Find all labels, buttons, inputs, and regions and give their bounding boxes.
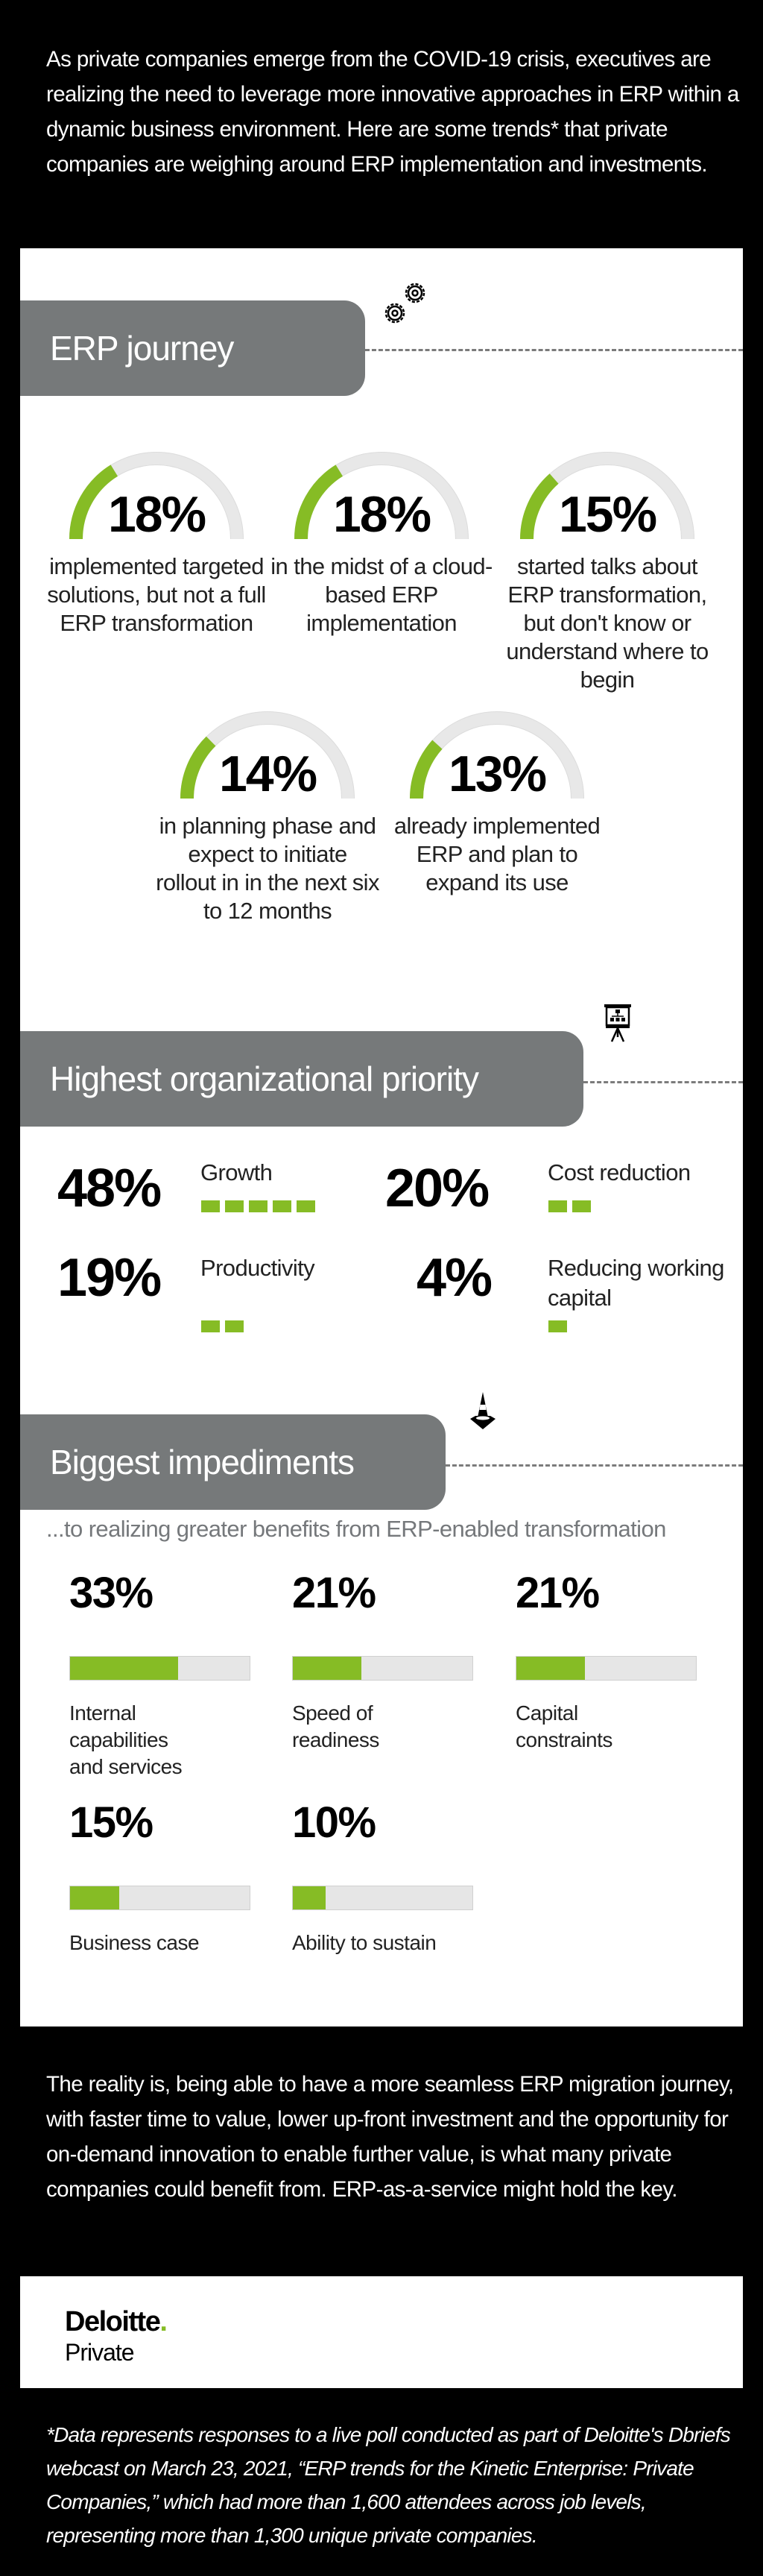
impediment-item: 10% Ability to sustain: [292, 1798, 475, 1956]
gauge-description: in planning phase and expect to initiate…: [156, 813, 379, 924]
priority-value: 48%: [57, 1159, 162, 1218]
impediments-header: Biggest impediments: [20, 1414, 446, 1510]
gauge-card: 13% already implemented ERP and plan to …: [385, 708, 609, 897]
impediment-label: Capital constraints: [516, 1701, 612, 1751]
priority-square: [249, 1200, 267, 1212]
erp-journey-header: ERP journey: [20, 300, 365, 396]
priority-square: [201, 1200, 220, 1212]
impediment-item: 21% Capital constraints: [516, 1568, 698, 1754]
gauge-value: 13%: [448, 746, 547, 802]
impediment-bar-fill: [293, 1657, 362, 1680]
priority-value: 4%: [417, 1248, 493, 1308]
impediment-bar: [292, 1886, 473, 1910]
intro-paragraph: As private companies emerge from the COV…: [46, 47, 739, 177]
priority-square: [225, 1320, 244, 1332]
impediment-bar-fill: [70, 1886, 119, 1909]
impediment-bar-fill: [70, 1657, 178, 1680]
priority-label: Growth: [200, 1159, 273, 1185]
section-divider: [365, 349, 743, 351]
logo-box: Deloitte. Private: [20, 2276, 743, 2388]
impediments-subtitle: ...to realizing greater benefits from ER…: [46, 1516, 666, 1542]
gauge-description: already implemented ERP and plan to expa…: [393, 813, 601, 895]
logo-subtitle: Private: [65, 2339, 135, 2366]
priority-indicator: [201, 1320, 244, 1332]
section-divider: [446, 1464, 743, 1467]
impediment-bar: [516, 1656, 697, 1681]
gauge-description: started talks about ERP transformation, …: [506, 553, 709, 693]
impediment-bar: [292, 1656, 473, 1681]
priority-square: [201, 1320, 220, 1332]
impediment-bar-fill: [293, 1886, 326, 1909]
traffic-cone-icon: [468, 1391, 498, 1435]
impediment-value: 21%: [292, 1569, 376, 1617]
gauge-card: 18% implemented targeted solutions, but …: [45, 448, 268, 637]
priority-value: 20%: [385, 1159, 490, 1218]
footnote: *Data represents responses to a live pol…: [46, 2423, 731, 2547]
impediment-label: Ability to sustain: [292, 1931, 437, 1954]
gauge-card: 18% in the midst of a cloud-based ERP im…: [270, 448, 493, 637]
impediment-item: 33% Internal capabilities and services: [69, 1568, 252, 1780]
impediment-bar: [69, 1656, 250, 1681]
impediment-value: 21%: [516, 1569, 600, 1617]
priority-square: [297, 1200, 315, 1212]
gauge-card: 14% in planning phase and expect to init…: [156, 708, 379, 925]
priority-square: [225, 1200, 244, 1212]
priority-square: [548, 1200, 567, 1212]
deloitte-logo: Deloitte.: [65, 2306, 168, 2337]
impediment-label: Internal capabilities and services: [69, 1701, 183, 1778]
impediments-title: Biggest impediments: [50, 1443, 355, 1481]
impediment-bar: [69, 1886, 250, 1910]
section-divider: [583, 1081, 743, 1083]
priority-title: Highest organizational priority: [50, 1059, 479, 1098]
impediment-value: 33%: [69, 1569, 153, 1617]
gears-icon: [382, 280, 434, 336]
impediment-bar-fill: [516, 1657, 586, 1680]
impediment-label: Speed of readiness: [292, 1701, 379, 1751]
priority-label: Reducing working capital: [548, 1255, 724, 1311]
gauge-value: 14%: [218, 746, 317, 802]
priority-value: 19%: [57, 1248, 162, 1308]
outro-paragraph: The reality is, being able to have a mor…: [46, 2072, 734, 2202]
impediment-value: 15%: [69, 1798, 153, 1847]
gauge-value: 18%: [332, 486, 431, 543]
priority-indicator: [201, 1200, 315, 1212]
priority-square: [548, 1320, 567, 1332]
impediment-item: 21% Speed of readiness: [292, 1568, 475, 1754]
presentation-board-icon: [603, 1003, 633, 1048]
gauge-card: 15% started talks about ERP transformati…: [496, 448, 719, 694]
priority-label: Productivity: [200, 1255, 315, 1281]
priority-indicator: [548, 1200, 591, 1212]
priority-label: Cost reduction: [548, 1159, 691, 1185]
gauge-value: 15%: [558, 486, 657, 543]
impediment-label: Business case: [69, 1931, 200, 1954]
gauge-description: in the midst of a cloud-based ERP implem…: [270, 553, 493, 636]
impediment-item: 15% Business case: [69, 1798, 252, 1956]
priority-header: Highest organizational priority: [20, 1031, 583, 1127]
gauge-description: implemented targeted solutions, but not …: [47, 553, 266, 636]
infographic-panel: ERP journey 18% implemented targeted sol…: [20, 248, 743, 2027]
priority-indicator: [548, 1320, 567, 1332]
impediment-value: 10%: [292, 1798, 376, 1847]
erp-journey-title: ERP journey: [50, 329, 234, 368]
priority-square: [572, 1200, 591, 1212]
priority-square: [273, 1200, 291, 1212]
gauge-value: 18%: [107, 486, 206, 543]
